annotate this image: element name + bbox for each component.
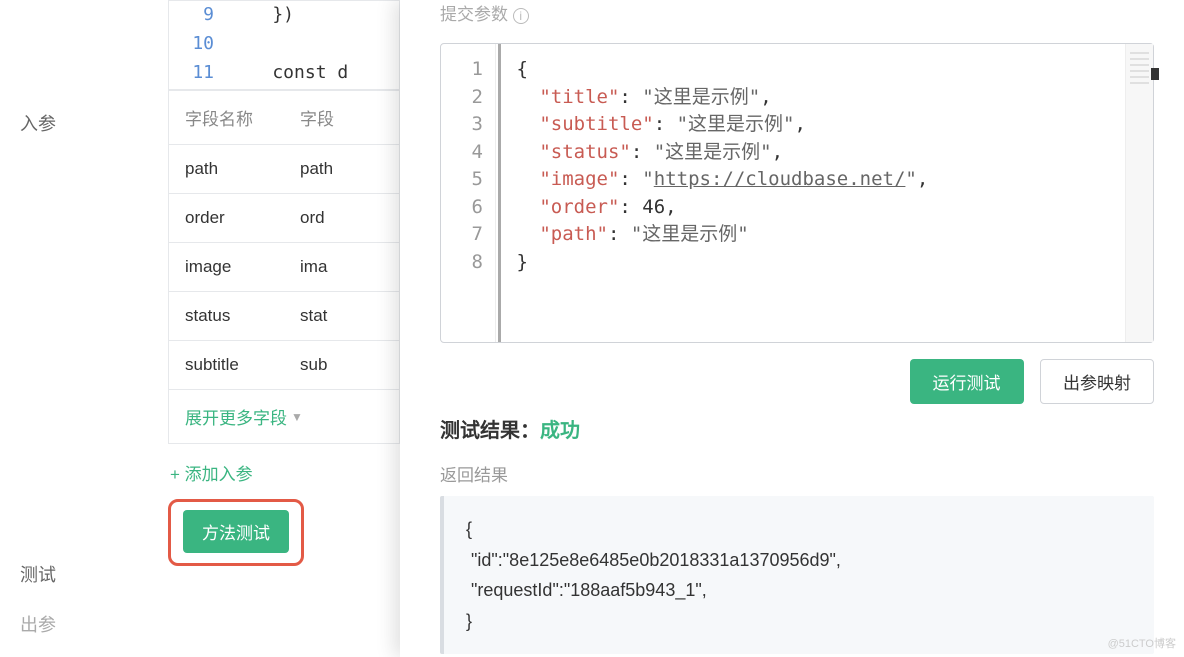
return-result-body: { "id":"8e125e8e6485e0b2018331a1370956d9… xyxy=(440,496,1154,654)
table-row[interactable]: orderord xyxy=(169,194,399,243)
col-field-name: 字段名称 xyxy=(169,91,284,144)
panel-title: 提交参数 i xyxy=(440,0,1154,25)
param-table-header: 字段名称 字段 xyxy=(169,90,399,145)
table-row[interactable]: imageima xyxy=(169,243,399,292)
test-result-title: 测试结果：成功 xyxy=(440,414,1154,443)
section-label-test: 测试 xyxy=(20,561,56,587)
code-gutter: 9 10 11 xyxy=(169,1,224,87)
table-row[interactable]: pathpath xyxy=(169,145,399,194)
json-body[interactable]: { "title": "这里是示例", "subtitle": "这里是示例",… xyxy=(498,44,1125,342)
json-gutter: 1 2 3 4 5 6 7 8 xyxy=(441,44,496,342)
run-test-button[interactable]: 运行测试 xyxy=(910,359,1024,404)
code-preview[interactable]: 9 10 11 }) const d xyxy=(168,0,400,90)
output-mapping-button[interactable]: 出参映射 xyxy=(1040,359,1154,404)
method-test-highlight: 方法测试 xyxy=(168,499,304,566)
method-test-button[interactable]: 方法测试 xyxy=(183,510,289,553)
section-label-output: 出参 xyxy=(20,611,56,637)
table-row[interactable]: statusstat xyxy=(169,292,399,341)
table-row[interactable]: subtitlesub xyxy=(169,341,399,390)
section-label-input: 入参 xyxy=(20,110,168,136)
chevron-down-icon: ▼ xyxy=(291,410,303,424)
watermark: @51CTO博客 xyxy=(1108,635,1176,651)
col-field-type: 字段 xyxy=(284,91,399,144)
result-status-success: 成功 xyxy=(540,420,580,442)
code-body: }) const d xyxy=(229,1,399,87)
expand-more-fields[interactable]: 展开更多字段 ▼ xyxy=(169,390,399,443)
info-icon: i xyxy=(513,8,529,24)
return-result-label: 返回结果 xyxy=(440,461,1154,486)
editor-minimap[interactable] xyxy=(1125,44,1153,342)
json-editor[interactable]: 1 2 3 4 5 6 7 8 { "title": "这里是示例", "sub… xyxy=(440,43,1154,343)
add-param-link[interactable]: + 添加入参 xyxy=(168,444,400,499)
